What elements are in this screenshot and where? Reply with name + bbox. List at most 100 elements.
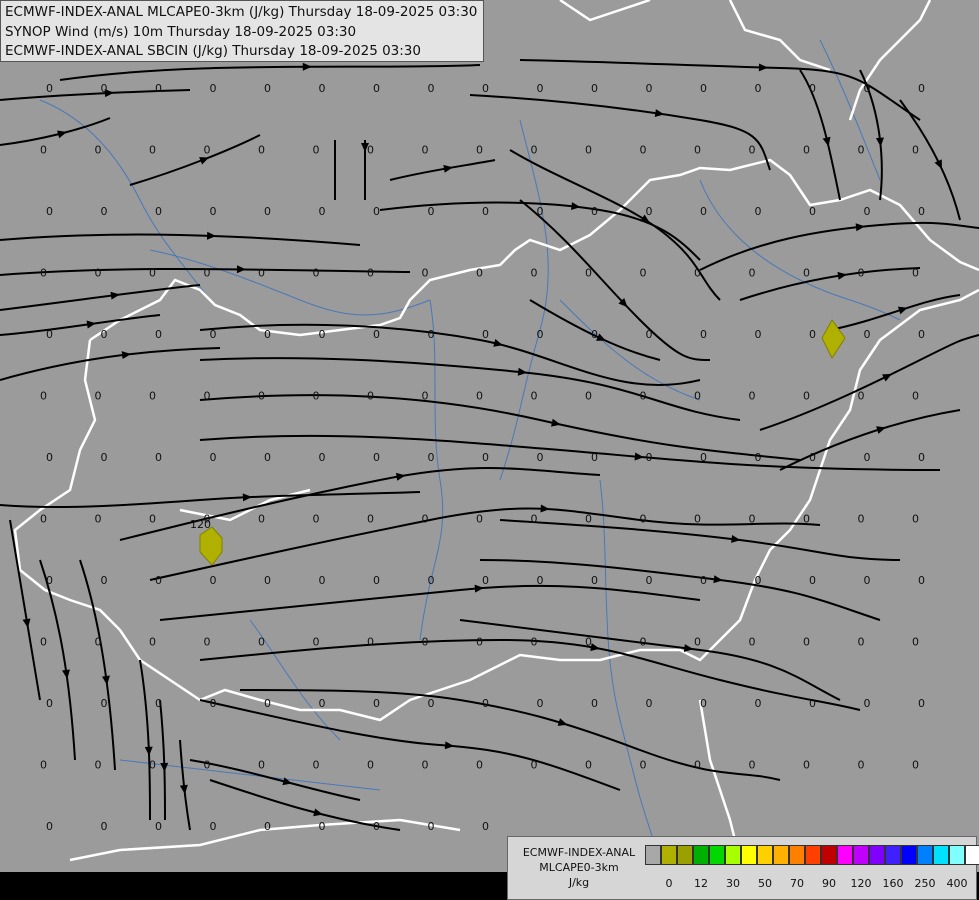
cin-value: 0 (264, 451, 271, 464)
cin-value: 0 (803, 144, 810, 157)
streamline-arrow (101, 675, 110, 685)
cin-value: 0 (101, 574, 108, 587)
cin-value: 0 (531, 759, 538, 772)
cin-value: 0 (422, 759, 429, 772)
streamline-arrow (144, 746, 153, 756)
cin-value: 0 (640, 636, 647, 649)
cin-value: 0 (694, 144, 701, 157)
cin-value: 0 (755, 328, 762, 341)
streamline-arrow (236, 265, 246, 274)
streamline (199, 323, 701, 387)
cin-value: 0 (101, 451, 108, 464)
cin-value: 0 (264, 697, 271, 710)
legend-swatch (853, 845, 869, 865)
cin-value: 0 (40, 759, 47, 772)
cin-value: 0 (373, 82, 380, 95)
cin-value: 0 (373, 574, 380, 587)
cin-value: 0 (264, 820, 271, 833)
cin-value: 0 (864, 697, 871, 710)
cin-value: 0 (912, 759, 919, 772)
streamline-arrow (571, 202, 581, 211)
cin-value: 0 (749, 267, 756, 280)
cin-value: 0 (482, 328, 489, 341)
legend-swatch (933, 845, 949, 865)
streamline-arrow (540, 504, 550, 513)
cin-value: 0 (640, 267, 647, 280)
cin-value: 0 (95, 636, 102, 649)
cin-value: 0 (204, 759, 211, 772)
cin-value: 0 (319, 820, 326, 833)
streamline-arrow (731, 534, 741, 543)
cin-value: 0 (476, 513, 483, 526)
cin-value: 0 (749, 144, 756, 157)
color-legend: ECMWF-INDEX-ANAL MLCAPE0-3km J/kg 0 12 30 5… (507, 836, 979, 900)
streamline (189, 759, 361, 801)
cin-value: 0 (864, 328, 871, 341)
streamline-arrow (557, 718, 568, 726)
cape-label: 120 (190, 518, 211, 531)
legend-swatch (677, 845, 693, 865)
legend-swatch (661, 845, 677, 865)
streamline-arrow (121, 351, 132, 360)
cin-value: 0 (101, 82, 108, 95)
streamline (199, 357, 741, 421)
cin-value: 0 (531, 636, 538, 649)
cin-value: 0 (95, 390, 102, 403)
streamline-arrow (302, 62, 312, 71)
legend-tick-label: 12 (694, 877, 708, 890)
cin-value: 0 (531, 267, 538, 280)
streamline (499, 519, 901, 561)
cin-value: 0 (864, 205, 871, 218)
legend-title: ECMWF-INDEX-ANAL MLCAPE0-3km J/kg (514, 845, 644, 890)
cin-value: 0 (809, 82, 816, 95)
legend-swatch (917, 845, 933, 865)
cin-value: 0 (858, 759, 865, 772)
cin-value: 0 (210, 820, 217, 833)
cin-value: 0 (700, 82, 707, 95)
weather-map: 0 0 0 0 0 0 0 0 0 0 0 0 0 0 0 0 0 0 0 0 0 0 0 0 0 0 0 0 0 0 0 0 0 0 0 0 0 0 0 0… (0, 0, 979, 900)
cin-value: 0 (264, 574, 271, 587)
cin-value: 0 (694, 759, 701, 772)
cin-value: 0 (537, 697, 544, 710)
cin-value: 0 (476, 759, 483, 772)
cin-value: 0 (422, 513, 429, 526)
cin-value: 0 (258, 267, 265, 280)
cin-value: 0 (373, 697, 380, 710)
cin-value: 0 (367, 144, 374, 157)
cin-value: 0 (482, 820, 489, 833)
cin-value: 0 (367, 390, 374, 403)
streamline (79, 559, 116, 771)
cin-value: 0 (428, 820, 435, 833)
legend-swatch (885, 845, 901, 865)
cin-value: 0 (591, 205, 598, 218)
cin-value: 0 (537, 328, 544, 341)
cin-value: 0 (428, 697, 435, 710)
cin-value: 0 (258, 144, 265, 157)
streamline (799, 69, 841, 201)
cin-value: 0 (912, 513, 919, 526)
cin-value: 0 (149, 144, 156, 157)
cin-value: 0 (640, 390, 647, 403)
cin-value: 0 (912, 636, 919, 649)
cin-value: 0 (858, 513, 865, 526)
map-header: ECMWF-INDEX-ANAL MLCAPE0-3km (J/kg) Thur… (0, 0, 484, 62)
cin-value: 0 (476, 390, 483, 403)
cin-value: 0 (700, 697, 707, 710)
streamline-arrow (855, 223, 865, 232)
cin-value: 0 (482, 82, 489, 95)
cin-value: 0 (210, 328, 217, 341)
cin-value: 0 (95, 759, 102, 772)
streamline-arrow (493, 339, 503, 347)
cin-value: 0 (204, 144, 211, 157)
cin-value: 0 (585, 390, 592, 403)
cin-value: 0 (40, 636, 47, 649)
streamline (9, 519, 41, 701)
streamline (159, 699, 166, 821)
legend-swatch (869, 845, 885, 865)
cin-value: 0 (373, 205, 380, 218)
cin-value: 0 (422, 390, 429, 403)
cin-value: 0 (918, 451, 925, 464)
streamline (899, 99, 961, 221)
cin-value: 0 (155, 574, 162, 587)
cin-value: 0 (264, 205, 271, 218)
